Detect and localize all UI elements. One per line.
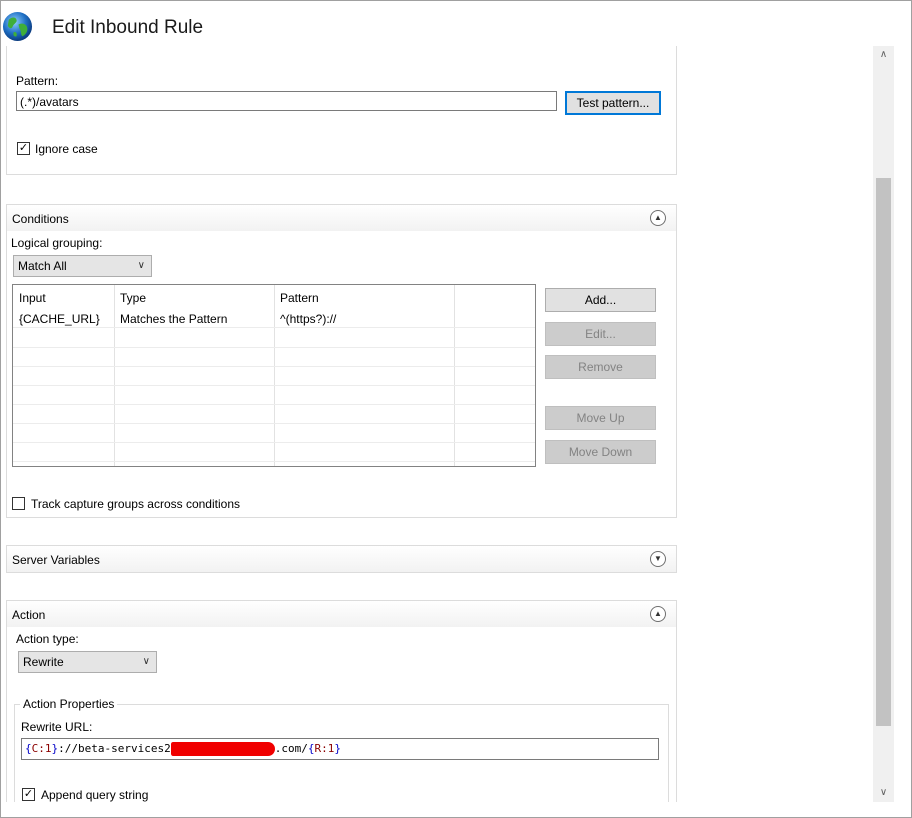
ignore-case-checkbox[interactable]: ✓ — [17, 142, 30, 155]
scroll-down-icon[interactable]: ∨ — [873, 784, 894, 802]
check-icon: ✓ — [18, 142, 29, 154]
table-row — [13, 347, 535, 367]
track-capture-checkbox[interactable] — [12, 497, 25, 510]
globe-icon — [2, 11, 33, 42]
url-brace: } — [334, 742, 341, 755]
pattern-label: Pattern: — [16, 74, 59, 88]
server-variables-header[interactable]: Server Variables ▼ — [7, 546, 676, 572]
column-header-type[interactable]: Type — [120, 291, 146, 305]
table-row — [13, 442, 535, 462]
conditions-header[interactable]: Conditions ▲ — [7, 205, 676, 231]
test-pattern-button[interactable]: Test pattern... — [565, 91, 661, 115]
rewrite-url-input[interactable]: {C:1}://beta-services2 .com/{R:1} — [21, 738, 659, 760]
collapse-up-icon[interactable]: ▲ — [650, 606, 666, 622]
scroll-thumb[interactable] — [876, 178, 891, 726]
logical-grouping-label: Logical grouping: — [11, 236, 103, 250]
track-capture-label: Track capture groups across conditions — [31, 497, 240, 511]
action-type-value: Rewrite — [23, 655, 64, 669]
remove-condition-button[interactable]: Remove — [545, 355, 656, 379]
redaction-mark — [170, 742, 275, 756]
table-row[interactable]: {CACHE_URL} Matches the Pattern ^(https?… — [13, 308, 535, 328]
append-query-checkbox[interactable]: ✓ — [22, 788, 35, 801]
vertical-scrollbar[interactable]: ∧ ∨ — [873, 46, 894, 802]
conditions-title: Conditions — [12, 212, 69, 226]
action-type-select[interactable]: Rewrite ∨ — [18, 651, 157, 673]
url-brace: { — [25, 742, 32, 755]
ignore-case-label: Ignore case — [35, 142, 98, 156]
check-icon: ✓ — [23, 788, 34, 800]
collapse-up-icon[interactable]: ▲ — [650, 210, 666, 226]
table-row — [13, 404, 535, 424]
server-variables-title: Server Variables — [12, 553, 100, 567]
logical-grouping-value: Match All — [18, 259, 67, 273]
add-condition-button[interactable]: Add... — [545, 288, 656, 312]
column-header-input[interactable]: Input — [19, 291, 46, 305]
scroll-content: Pattern: (.*)/avatars Test pattern... ✓ … — [0, 46, 873, 802]
url-text: ://beta-services2 — [58, 742, 171, 755]
rewrite-url-label: Rewrite URL: — [21, 720, 93, 734]
url-variable: C:1 — [31, 742, 52, 755]
action-type-label: Action type: — [16, 632, 79, 646]
append-query-label: Append query string — [41, 788, 149, 802]
url-variable: R:1 — [314, 742, 335, 755]
scroll-up-icon[interactable]: ∧ — [873, 46, 894, 64]
column-header-pattern[interactable]: Pattern — [280, 291, 319, 305]
table-row — [13, 423, 535, 443]
action-panel: Action ▲ Action type: Rewrite ∨ Action P… — [6, 600, 677, 802]
move-down-button[interactable]: Move Down — [545, 440, 656, 464]
conditions-table[interactable]: Input Type Pattern {CACHE_URL} Matches t… — [12, 284, 536, 467]
url-text: .com/ — [274, 742, 308, 755]
table-row — [13, 366, 535, 386]
expand-down-icon[interactable]: ▼ — [650, 551, 666, 567]
action-properties-label: Action Properties — [20, 697, 118, 711]
server-variables-panel: Server Variables ▼ — [6, 545, 677, 573]
dialog-header: Edit Inbound Rule — [0, 0, 910, 46]
table-row — [13, 328, 535, 348]
action-title: Action — [12, 608, 46, 622]
table-header-row: Input Type Pattern — [13, 285, 535, 307]
cell-type: Matches the Pattern — [120, 312, 228, 326]
table-row — [13, 385, 535, 405]
match-url-panel: Pattern: (.*)/avatars Test pattern... ✓ … — [6, 46, 677, 175]
cell-pattern: ^(https?):// — [280, 312, 337, 326]
chevron-down-icon: ∨ — [142, 656, 150, 667]
chevron-down-icon: ∨ — [137, 260, 145, 271]
edit-condition-button[interactable]: Edit... — [545, 322, 656, 346]
dialog-title: Edit Inbound Rule — [52, 17, 204, 38]
move-up-button[interactable]: Move Up — [545, 406, 656, 430]
pattern-input[interactable]: (.*)/avatars — [16, 91, 557, 111]
logical-grouping-select[interactable]: Match All ∨ — [13, 255, 152, 277]
action-header[interactable]: Action ▲ — [7, 601, 676, 627]
cell-input: {CACHE_URL} — [19, 312, 100, 326]
